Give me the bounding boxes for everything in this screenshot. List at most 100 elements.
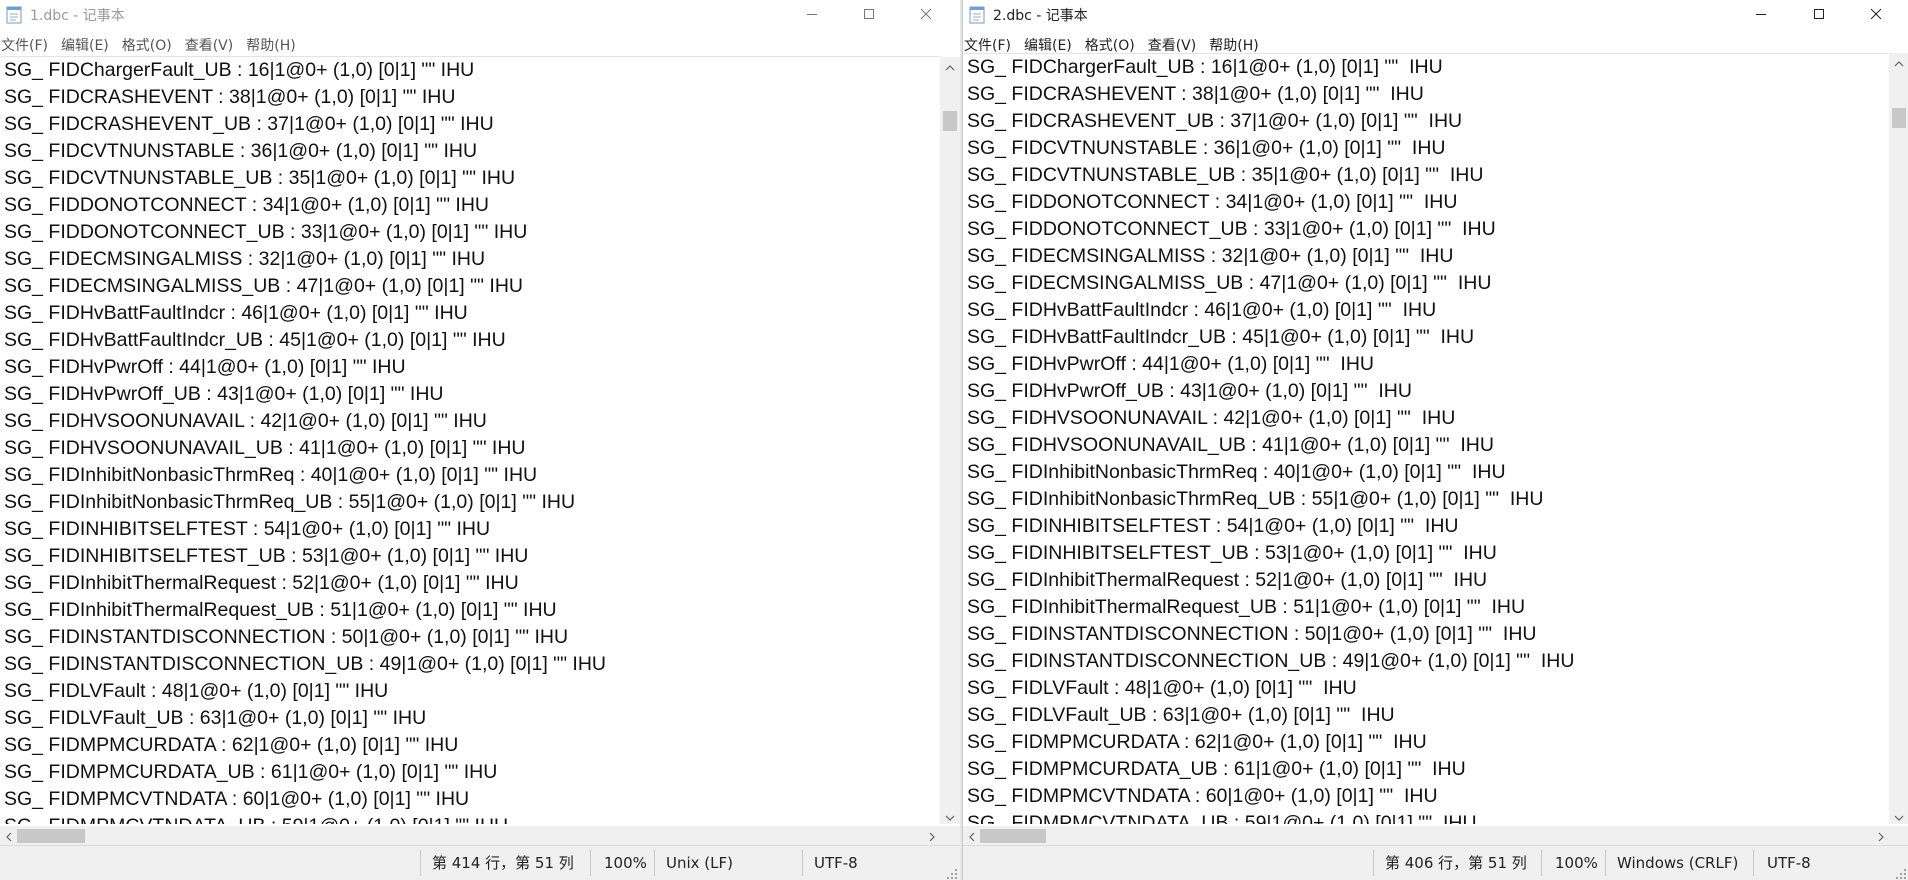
maximize-button[interactable]	[847, 0, 891, 28]
status-separator	[420, 850, 421, 876]
text-line: SG_ FIDINSTANTDISCONNECTION_UB : 49|1@0+…	[967, 650, 1575, 672]
horizontal-scroll-thumb[interactable]	[17, 829, 85, 843]
status-bar: 第 414 行，第 51 列 100% Unix (LF) UTF-8	[0, 845, 960, 880]
vertical-scroll-thumb[interactable]	[1892, 108, 1906, 128]
close-icon	[920, 8, 932, 20]
horizontal-scrollbar[interactable]	[0, 826, 940, 846]
scroll-right-button[interactable]	[923, 826, 940, 846]
menu-view[interactable]: 查看(V)	[185, 30, 234, 55]
menu-file[interactable]: 文件(F)	[964, 30, 1011, 55]
scroll-down-button[interactable]	[940, 807, 960, 824]
text-line: SG_ FIDMPMCURDATA : 62|1@0+ (1,0) [0|1] …	[967, 731, 1427, 753]
maximize-icon	[863, 8, 875, 20]
title-bar[interactable]: 1.dbc - 记事本	[0, 0, 960, 30]
text-line: SG_ FIDINSTANTDISCONNECTION : 50|1@0+ (1…	[4, 626, 569, 648]
text-line: SG_ FIDINSTANTDISCONNECTION_UB : 49|1@0+…	[4, 653, 607, 675]
status-separator	[590, 850, 591, 876]
notepad-icon	[969, 5, 985, 24]
text-line: SG_ FIDChargerFault_UB : 16|1@0+ (1,0) […	[967, 56, 1443, 78]
horizontal-scroll-thumb[interactable]	[980, 829, 1046, 843]
text-line: SG_ FIDInhibitThermalRequest_UB : 51|1@0…	[967, 596, 1526, 618]
text-line: SG_ FIDHvPwrOff_UB : 43|1@0+ (1,0) [0|1]…	[4, 383, 444, 405]
minimize-icon	[806, 8, 818, 20]
text-line: SG_ FIDCRASHEVENT : 38|1@0+ (1,0) [0|1] …	[967, 83, 1424, 105]
text-line: SG_ FIDInhibitThermalRequest : 52|1@0+ (…	[4, 572, 519, 594]
zoom-level: 100%	[1555, 854, 1598, 872]
minimize-button[interactable]	[1739, 0, 1783, 28]
text-line: SG_ FIDCVTNUNSTABLE_UB : 35|1@0+ (1,0) […	[967, 164, 1484, 186]
text-line: SG_ FIDECMSINGALMISS_UB : 47|1@0+ (1,0) …	[967, 272, 1492, 294]
vertical-scrollbar[interactable]	[940, 57, 960, 824]
chevron-down-icon	[1894, 806, 1904, 825]
text-line: SG_ FIDMPMCVTNDATA : 60|1@0+ (1,0) [0|1]…	[4, 788, 470, 810]
status-separator	[1605, 850, 1606, 876]
resize-grip-icon[interactable]	[1895, 866, 1907, 879]
menu-help[interactable]: 帮助(H)	[1209, 30, 1258, 55]
scroll-left-button[interactable]	[963, 826, 980, 846]
text-line: SG_ FIDCRASHEVENT : 38|1@0+ (1,0) [0|1] …	[4, 86, 456, 108]
chevron-up-icon	[945, 56, 955, 75]
scroll-left-button[interactable]	[0, 826, 17, 846]
close-button[interactable]	[904, 0, 948, 28]
minimize-button[interactable]	[790, 0, 834, 28]
text-line: SG_ FIDCVTNUNSTABLE : 36|1@0+ (1,0) [0|1…	[967, 137, 1446, 159]
text-line: SG_ FIDMPMCVTNDATA_UB : 59|1@0+ (1,0) [0…	[967, 812, 1477, 824]
scroll-right-button[interactable]	[1872, 826, 1889, 846]
text-line: SG_ FIDLVFault_UB : 63|1@0+ (1,0) [0|1] …	[967, 704, 1395, 726]
menu-format[interactable]: 格式(O)	[1085, 30, 1135, 55]
chevron-left-icon	[5, 827, 12, 846]
vertical-scroll-thumb[interactable]	[943, 111, 957, 131]
text-line: SG_ FIDHVSOONUNAVAIL_UB : 41|1@0+ (1,0) …	[4, 437, 526, 459]
text-line: SG_ FIDHvBattFaultIndcr_UB : 45|1@0+ (1,…	[4, 329, 506, 351]
scroll-up-button[interactable]	[1889, 53, 1908, 70]
zoom-level: 100%	[604, 854, 647, 872]
scrollbar-corner	[940, 826, 960, 846]
text-line: SG_ FIDMPMCURDATA : 62|1@0+ (1,0) [0|1] …	[4, 734, 459, 756]
status-separator	[654, 850, 655, 876]
menu-edit[interactable]: 编辑(E)	[1024, 30, 1072, 55]
notepad-window-1: 1.dbc - 记事本 文件(F) 编辑(E) 格式(O) 查看(V) 帮助(H) SG…	[0, 0, 961, 880]
encoding: UTF-8	[1767, 854, 1811, 872]
text-line: SG_ FIDCRASHEVENT_UB : 37|1@0+ (1,0) [0|…	[967, 110, 1463, 132]
text-line: SG_ FIDChargerFault_UB : 16|1@0+ (1,0) […	[4, 59, 475, 81]
scroll-up-button[interactable]	[940, 57, 960, 74]
encoding: UTF-8	[814, 854, 858, 872]
text-editor[interactable]: SG_ FIDChargerFault_UB : 16|1@0+ (1,0) […	[0, 56, 940, 824]
text-line: SG_ FIDMPMCVTNDATA_UB : 59|1@0+ (1,0) [0…	[0, 813, 940, 824]
resize-grip-icon[interactable]	[946, 866, 958, 879]
menu-help[interactable]: 帮助(H)	[246, 30, 295, 55]
title-bar[interactable]: 2.dbc - 记事本	[963, 0, 1908, 30]
scroll-down-button[interactable]	[1889, 807, 1908, 824]
text-line: SG_ FIDInhibitNonbasicThrmReq_UB : 55|1@…	[967, 488, 1544, 510]
vertical-scrollbar[interactable]	[1889, 53, 1908, 824]
text-line: SG_ FIDCVTNUNSTABLE_UB : 35|1@0+ (1,0) […	[4, 167, 516, 189]
horizontal-scrollbar[interactable]	[963, 826, 1889, 846]
chevron-right-icon	[929, 827, 935, 846]
minimize-icon	[1755, 8, 1767, 20]
notepad-window-2: 2.dbc - 记事本 文件(F) 编辑(E) 格式(O) 查看(V) 帮助(H) SG…	[962, 0, 1908, 880]
menu-edit[interactable]: 编辑(E)	[61, 30, 109, 55]
text-line: SG_ FIDDONOTCONNECT_UB : 33|1@0+ (1,0) […	[967, 218, 1496, 240]
text-line: SG_ FIDInhibitThermalRequest : 52|1@0+ (…	[967, 569, 1488, 591]
text-line: SG_ FIDHvPwrOff : 44|1@0+ (1,0) [0|1] ""…	[967, 353, 1374, 375]
text-line: SG_ FIDHvPwrOff_UB : 43|1@0+ (1,0) [0|1]…	[967, 380, 1412, 402]
text-line: SG_ FIDHVSOONUNAVAIL_UB : 41|1@0+ (1,0) …	[967, 434, 1494, 456]
text-editor[interactable]: SG_ FIDChargerFault_UB : 16|1@0+ (1,0) […	[963, 53, 1889, 824]
text-line: SG_ FIDECMSINGALMISS : 32|1@0+ (1,0) [0|…	[967, 245, 1454, 267]
chevron-left-icon	[968, 827, 975, 846]
line-ending: Unix (LF)	[666, 854, 733, 872]
menu-view[interactable]: 查看(V)	[1148, 30, 1197, 55]
text-line: SG_ FIDECMSINGALMISS : 32|1@0+ (1,0) [0|…	[4, 248, 486, 270]
close-button[interactable]	[1854, 0, 1898, 28]
menu-bar: 文件(F) 编辑(E) 格式(O) 查看(V) 帮助(H)	[0, 30, 960, 56]
maximize-button[interactable]	[1797, 0, 1841, 28]
text-line: SG_ FIDMPMCVTNDATA : 60|1@0+ (1,0) [0|1]…	[967, 785, 1438, 807]
text-line: SG_ FIDINHIBITSELFTEST_UB : 53|1@0+ (1,0…	[967, 542, 1497, 564]
text-line: SG_ FIDHvPwrOff : 44|1@0+ (1,0) [0|1] ""…	[4, 356, 406, 378]
menu-file[interactable]: 文件(F)	[1, 30, 48, 55]
menu-format[interactable]: 格式(O)	[122, 30, 172, 55]
notepad-icon	[6, 5, 22, 24]
text-line: SG_ FIDMPMCURDATA_UB : 61|1@0+ (1,0) [0|…	[967, 758, 1466, 780]
text-line: SG_ FIDINSTANTDISCONNECTION : 50|1@0+ (1…	[967, 623, 1537, 645]
text-line: SG_ FIDInhibitNonbasicThrmReq_UB : 55|1@…	[4, 491, 576, 513]
